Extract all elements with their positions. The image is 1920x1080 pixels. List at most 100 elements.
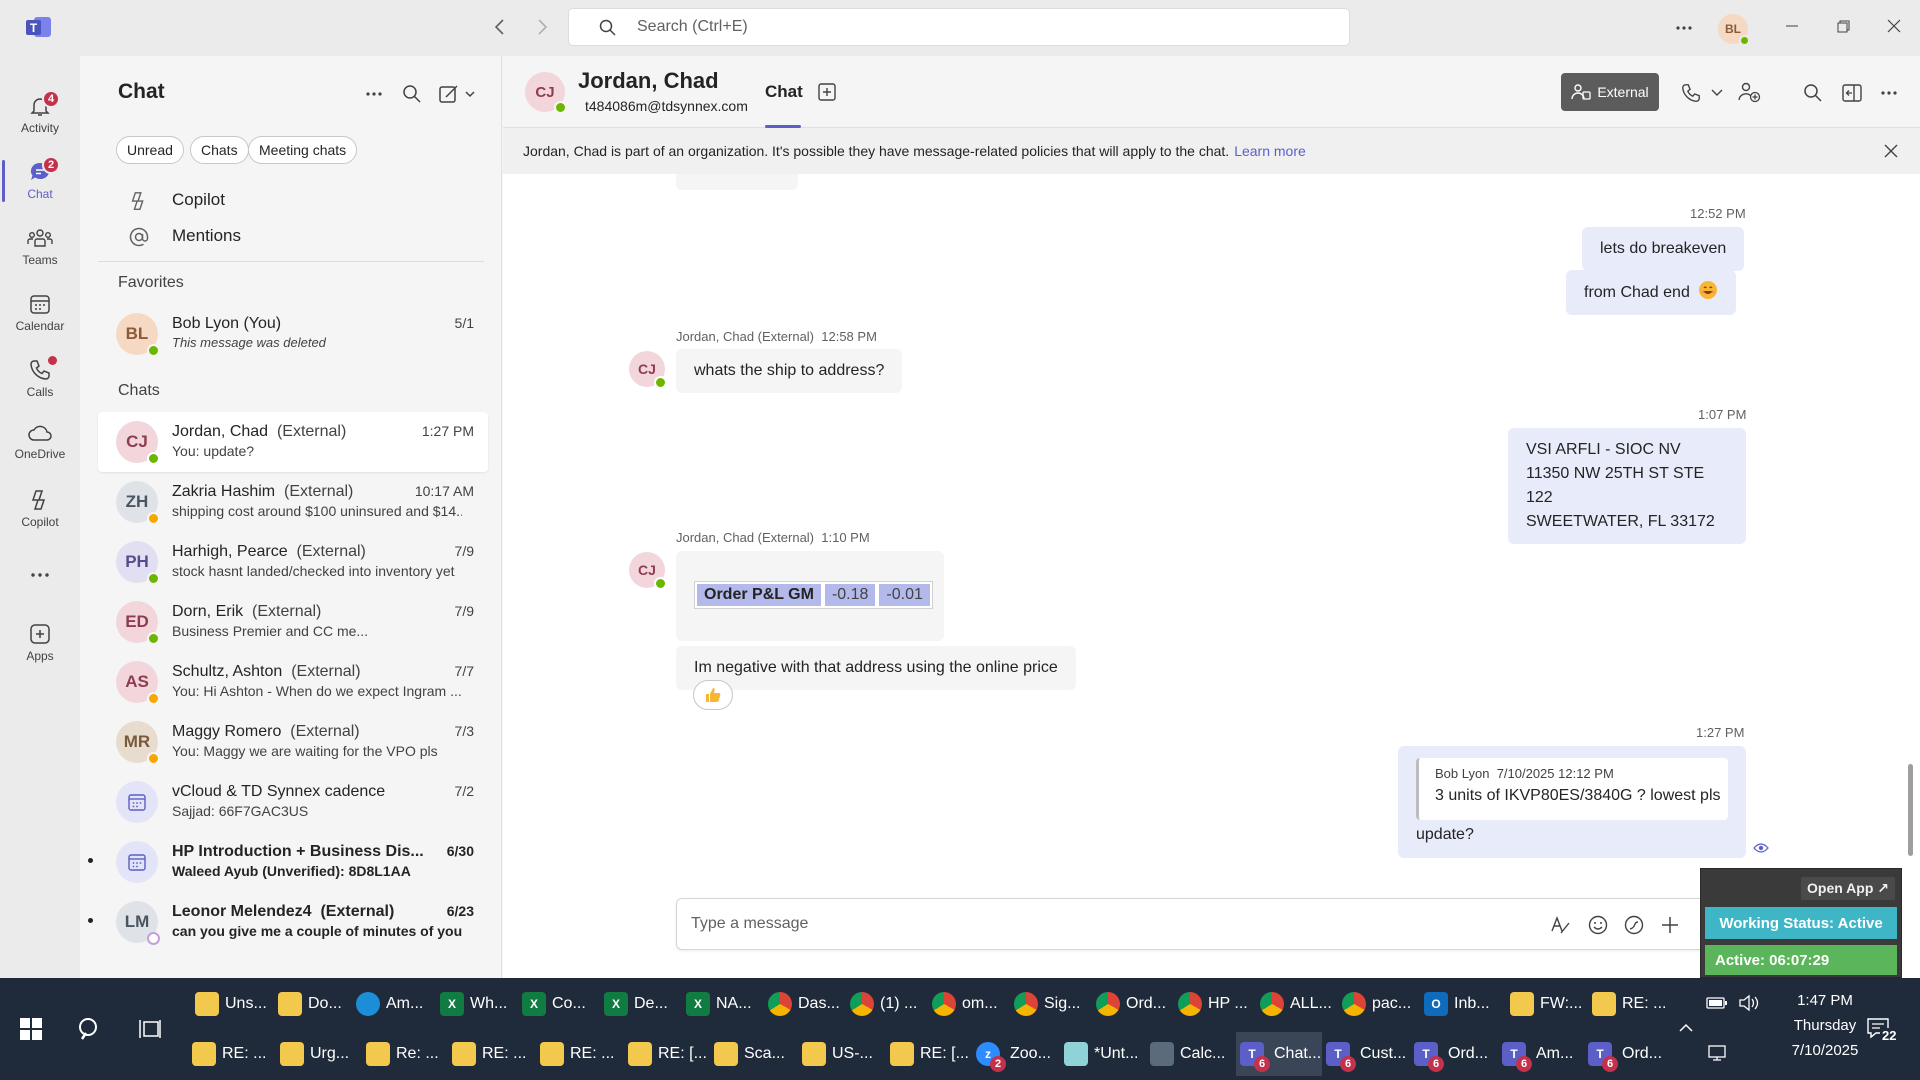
back-arrow-icon[interactable] xyxy=(494,18,506,36)
taskbar-item-explorer[interactable]: Uns... xyxy=(195,982,277,1026)
chats-heading[interactable]: Chats xyxy=(118,382,160,400)
favorites-heading[interactable]: Favorites xyxy=(118,274,184,292)
chat-item-zakria-hashim[interactable]: ZH Zakria Hashim (External) shipping cos… xyxy=(98,472,488,532)
message-incoming[interactable]: whats the ship to address? xyxy=(676,349,903,393)
taskbar-item-mail[interactable]: RE: [... xyxy=(628,1032,714,1076)
taskbar-item-mail[interactable]: RE: ... xyxy=(540,1032,626,1076)
open-side-panel-icon[interactable] xyxy=(1841,83,1863,103)
taskbar-item-excel[interactable]: X Co... xyxy=(522,982,604,1026)
list-search-icon[interactable] xyxy=(402,84,422,104)
taskbar-item-excel[interactable]: X NA... xyxy=(686,982,768,1026)
task-view-icon[interactable] xyxy=(138,1018,162,1040)
message-outgoing-address[interactable]: VSI ARFLI - SIOC NV 11350 NW 25TH ST STE… xyxy=(1508,428,1746,544)
chat-item-schultz-ashton[interactable]: AS Schultz, Ashton (External) You: Hi As… xyxy=(98,652,488,712)
emoji-icon[interactable] xyxy=(1587,914,1609,936)
taskbar-item-zoom[interactable]: z 2 Zoo... xyxy=(976,1032,1062,1076)
taskbar-item-teams[interactable]: T 6 Ord... xyxy=(1414,1032,1500,1076)
taskbar-item-chrome[interactable]: Sig... xyxy=(1014,982,1096,1026)
taskbar-item-teams-chat[interactable]: T 6 Chat... xyxy=(1236,1032,1322,1076)
taskbar-item-chrome[interactable]: ALL... xyxy=(1260,982,1342,1026)
taskbar-item-excel[interactable]: X Wh... xyxy=(440,982,522,1026)
more-options-icon[interactable] xyxy=(1674,18,1694,38)
sender-avatar[interactable]: CJ xyxy=(629,552,667,590)
favorite-item[interactable]: BL Bob Lyon (You) This message was delet… xyxy=(98,304,488,364)
taskbar-item-explorer[interactable]: Do... xyxy=(278,982,360,1026)
chat-item-vcloud-cadence[interactable]: vCloud & TD Synnex cadence Sajjad: 66F7G… xyxy=(98,772,488,832)
taskbar-item-chrome[interactable]: Ord... xyxy=(1096,982,1178,1026)
rail-more-apps[interactable] xyxy=(0,546,80,606)
chat-item-harhigh-pearce[interactable]: PH Harhigh, Pearce (External) stock hasn… xyxy=(98,532,488,592)
tab-chat[interactable]: Chat xyxy=(765,82,803,128)
add-attachment-icon[interactable] xyxy=(1659,914,1681,936)
taskbar-search-icon[interactable] xyxy=(76,1016,104,1044)
rail-teams[interactable]: Teams xyxy=(0,216,80,276)
nav-copilot[interactable]: Copilot xyxy=(80,182,501,218)
close-window-icon[interactable] xyxy=(1886,18,1902,34)
taskbar-item-excel[interactable]: X De... xyxy=(604,982,686,1026)
rail-calendar[interactable]: Calendar xyxy=(0,282,80,342)
taskbar-item-mail[interactable]: Urg... xyxy=(280,1032,366,1076)
taskbar-item-teams[interactable]: T 6 Ord... xyxy=(1588,1032,1674,1076)
call-options-chevron-icon[interactable] xyxy=(1711,88,1723,98)
rail-copilot[interactable]: Copilot xyxy=(0,478,80,538)
format-text-icon[interactable] xyxy=(1549,914,1571,936)
rail-chat[interactable]: Chat 2 xyxy=(0,150,80,210)
taskbar-item-chrome[interactable]: Das... xyxy=(768,982,850,1026)
external-button[interactable]: External xyxy=(1561,73,1659,111)
taskbar-item-teams[interactable]: T 6 Cust... xyxy=(1326,1032,1412,1076)
add-tab-icon[interactable] xyxy=(817,82,837,102)
taskbar-item-mail[interactable]: RE: ... xyxy=(1592,982,1674,1026)
working-status-button[interactable]: Working Status: Active xyxy=(1705,907,1897,939)
restore-icon[interactable] xyxy=(1835,18,1851,34)
nav-mentions[interactable]: Mentions xyxy=(80,218,501,254)
taskbar-item-chrome[interactable]: (1) ... xyxy=(850,982,932,1026)
show-hidden-icons-chevron-icon[interactable] xyxy=(1678,1022,1694,1034)
search-input[interactable]: Search (Ctrl+E) xyxy=(568,8,1350,46)
header-avatar[interactable]: CJ xyxy=(525,72,567,114)
filter-chats[interactable]: Chats xyxy=(190,136,249,164)
new-chat-icon[interactable] xyxy=(438,83,478,105)
add-people-icon[interactable] xyxy=(1737,81,1761,103)
quoted-message[interactable]: Bob Lyon 7/10/2025 12:12 PM 3 units of I… xyxy=(1416,758,1728,820)
notifications-icon[interactable]: 22 xyxy=(1866,1016,1899,1043)
message-incoming-table[interactable]: Order P&L GM -0.18 -0.01 xyxy=(676,551,944,641)
teams-logo-icon[interactable]: T xyxy=(26,15,52,39)
chat-item-leonor-melendez[interactable]: LM Leonor Melendez4 (External) can you g… xyxy=(88,892,488,952)
learn-more-link[interactable]: Learn more xyxy=(1234,143,1306,159)
rail-calls[interactable]: Calls xyxy=(0,348,80,408)
taskbar-item-mail[interactable]: Sca... xyxy=(714,1032,800,1076)
message-incoming[interactable]: Im negative with that address using the … xyxy=(676,646,1076,690)
network-icon[interactable] xyxy=(1706,1044,1728,1062)
volume-icon[interactable] xyxy=(1738,994,1760,1012)
minimize-icon[interactable] xyxy=(1784,18,1800,34)
chat-search-icon[interactable] xyxy=(1803,83,1823,103)
taskbar-item-outlook[interactable]: O Inb... xyxy=(1424,982,1506,1026)
chat-item-hp-introduction[interactable]: HP Introduction + Business Dis... Waleed… xyxy=(88,832,488,892)
filter-unread[interactable]: Unread xyxy=(116,136,184,164)
taskbar-item-mail[interactable]: RE: ... xyxy=(192,1032,278,1076)
message-outgoing[interactable]: from Chad end xyxy=(1566,270,1737,315)
compose-box[interactable]: Type a message xyxy=(676,898,1706,950)
battery-icon[interactable] xyxy=(1706,996,1728,1010)
dismiss-banner-icon[interactable] xyxy=(1882,142,1900,160)
rail-onedrive[interactable]: OneDrive xyxy=(0,412,80,472)
header-more-icon[interactable] xyxy=(1879,83,1899,103)
loop-component-icon[interactable] xyxy=(1623,914,1645,936)
taskbar-item-calculator[interactable]: Calc... xyxy=(1150,1032,1236,1076)
message-outgoing-reply[interactable]: Bob Lyon 7/10/2025 12:12 PM 3 units of I… xyxy=(1398,746,1746,858)
filter-more-icon[interactable] xyxy=(364,84,384,104)
taskbar-item-mail[interactable]: RE: [... xyxy=(890,1032,976,1076)
chat-item-maggy-romero[interactable]: MR Maggy Romero (External) You: Maggy we… xyxy=(98,712,488,772)
filter-meeting-chats[interactable]: Meeting chats xyxy=(248,136,358,164)
taskbar-item-chrome[interactable]: om... xyxy=(932,982,1014,1026)
taskbar-item-mail[interactable]: FW:... xyxy=(1510,982,1592,1026)
taskbar-item-mail[interactable]: RE: ... xyxy=(452,1032,538,1076)
taskbar-item-chrome[interactable]: HP ... xyxy=(1178,982,1260,1026)
taskbar-item-notepad[interactable]: *Unt... xyxy=(1064,1032,1150,1076)
chat-item-dorn-erik[interactable]: ED Dorn, Erik (External) Business Premie… xyxy=(98,592,488,652)
rail-apps[interactable]: Apps xyxy=(0,612,80,672)
message-outgoing[interactable]: lets do breakeven xyxy=(1582,227,1745,271)
taskbar-item-chrome[interactable]: pac... xyxy=(1342,982,1424,1026)
contact-name[interactable]: Jordan, Chad xyxy=(578,68,719,94)
conversation-scrollbar[interactable] xyxy=(1908,764,1913,856)
